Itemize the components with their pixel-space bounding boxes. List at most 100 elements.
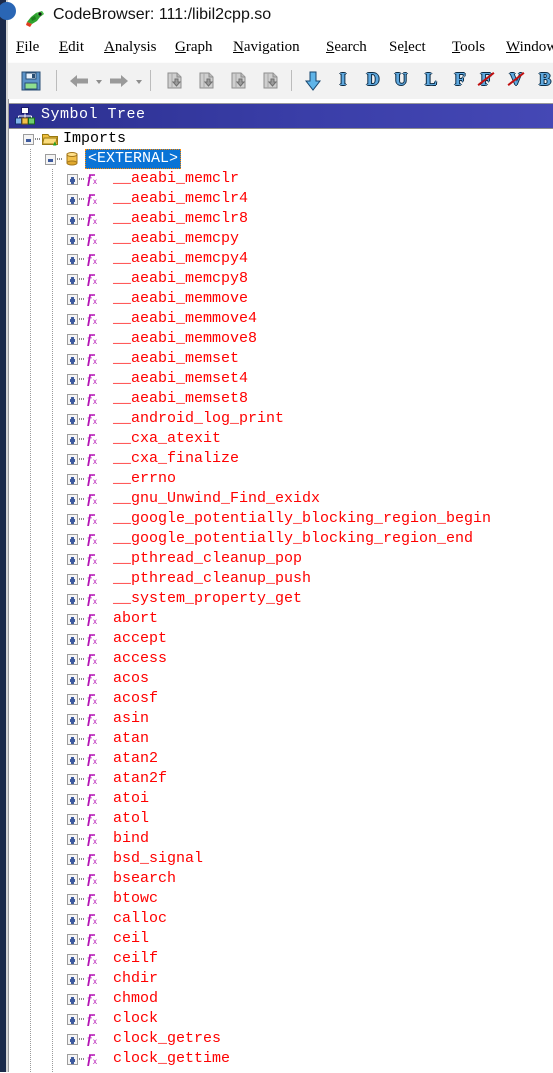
menu-window[interactable]: Window	[506, 39, 553, 56]
down-arrow-icon[interactable]	[302, 70, 324, 92]
function-expand-toggle[interactable]	[67, 1014, 78, 1025]
tree-item-function[interactable]: f x clock_getres	[9, 1029, 553, 1049]
clear-function-icon[interactable]: F	[475, 68, 497, 90]
function-expand-toggle[interactable]	[67, 274, 78, 285]
tree-item-function[interactable]: f x clock	[9, 1009, 553, 1029]
tree-item-function[interactable]: f x __aeabi_memset8	[9, 389, 553, 409]
tree-item-function[interactable]: f x asin	[9, 709, 553, 729]
tree-item-function[interactable]: f x __google_potentially_blocking_region_b…	[9, 509, 553, 529]
tree-item-function[interactable]: f x __aeabi_memset	[9, 349, 553, 369]
copy-up-icon[interactable]	[260, 70, 282, 92]
tree-node-external[interactable]: <EXTERNAL>	[9, 149, 553, 169]
label-letter-icon[interactable]: L	[420, 68, 442, 90]
tree-item-function[interactable]: f x __aeabi_memclr4	[9, 189, 553, 209]
function-expand-toggle[interactable]	[67, 654, 78, 665]
function-expand-toggle[interactable]	[67, 514, 78, 525]
function-expand-toggle[interactable]	[67, 774, 78, 785]
tree-item-function[interactable]: f x accept	[9, 629, 553, 649]
copy-down-icon[interactable]	[228, 70, 250, 92]
tree-item-function[interactable]: f x atol	[9, 809, 553, 829]
tree-item-function[interactable]: f x calloc	[9, 909, 553, 929]
imports-collapse-toggle[interactable]	[23, 134, 34, 145]
tree-item-function[interactable]: f x atoi	[9, 789, 553, 809]
tree-item-function[interactable]: f x __aeabi_memcpy	[9, 229, 553, 249]
snapshot-down-icon[interactable]	[164, 70, 186, 92]
tree-item-function[interactable]: f x __aeabi_memmove4	[9, 309, 553, 329]
function-expand-toggle[interactable]	[67, 874, 78, 885]
bookmark-letter-icon[interactable]: B	[534, 68, 553, 90]
function-expand-toggle[interactable]	[67, 294, 78, 305]
function-expand-toggle[interactable]	[67, 394, 78, 405]
instruction-letter-icon[interactable]: I	[332, 68, 354, 90]
function-expand-toggle[interactable]	[67, 594, 78, 605]
tree-item-function[interactable]: f x acosf	[9, 689, 553, 709]
function-expand-toggle[interactable]	[67, 694, 78, 705]
tree-item-function[interactable]: f x __errno	[9, 469, 553, 489]
tree-item-function[interactable]: f x __aeabi_memclr8	[9, 209, 553, 229]
tree-item-function[interactable]: f x bind	[9, 829, 553, 849]
tree-item-function[interactable]: f x abort	[9, 609, 553, 629]
function-expand-toggle[interactable]	[67, 554, 78, 565]
tree-item-function[interactable]: f x ceilf	[9, 949, 553, 969]
tree-node-imports[interactable]: Imports	[9, 129, 553, 149]
function-expand-toggle[interactable]	[67, 354, 78, 365]
function-expand-toggle[interactable]	[67, 574, 78, 585]
function-expand-toggle[interactable]	[67, 634, 78, 645]
tree-item-function[interactable]: f x __aeabi_memcpy8	[9, 269, 553, 289]
function-expand-toggle[interactable]	[67, 814, 78, 825]
tree-item-function[interactable]: f x __aeabi_memclr	[9, 169, 553, 189]
tree-item-function[interactable]: f x __gnu_Unwind_Find_exidx	[9, 489, 553, 509]
tree-item-function[interactable]: f x __android_log_print	[9, 409, 553, 429]
tree-item-function[interactable]: f x chdir	[9, 969, 553, 989]
tree-item-function[interactable]: f x __aeabi_memset4	[9, 369, 553, 389]
back-dropdown-icon[interactable]	[94, 70, 104, 92]
tree-item-function[interactable]: f x atan	[9, 729, 553, 749]
tree-item-function[interactable]: f x atan2	[9, 749, 553, 769]
function-expand-toggle[interactable]	[67, 614, 78, 625]
function-expand-toggle[interactable]	[67, 234, 78, 245]
tree-item-function[interactable]: f x btowc	[9, 889, 553, 909]
tree-item-function[interactable]: f x chmod	[9, 989, 553, 1009]
tree-item-function[interactable]: f x acos	[9, 669, 553, 689]
menu-file[interactable]: File	[16, 39, 39, 56]
tree-item-function[interactable]: f x __aeabi_memmove8	[9, 329, 553, 349]
function-expand-toggle[interactable]	[67, 754, 78, 765]
forward-dropdown-icon[interactable]	[134, 70, 144, 92]
function-expand-toggle[interactable]	[67, 334, 78, 345]
function-expand-toggle[interactable]	[67, 974, 78, 985]
external-collapse-toggle[interactable]	[45, 154, 56, 165]
function-expand-toggle[interactable]	[67, 254, 78, 265]
menu-tools[interactable]: Tools	[452, 39, 485, 56]
undefined-letter-icon[interactable]: U	[390, 68, 412, 90]
save-icon[interactable]	[20, 70, 42, 92]
snapshot-up-icon[interactable]	[196, 70, 218, 92]
function-expand-toggle[interactable]	[67, 934, 78, 945]
function-expand-toggle[interactable]	[67, 214, 78, 225]
tree-item-function[interactable]: f x __cxa_atexit	[9, 429, 553, 449]
function-expand-toggle[interactable]	[67, 714, 78, 725]
function-expand-toggle[interactable]	[67, 374, 78, 385]
back-arrow-icon[interactable]	[68, 70, 90, 92]
tree-item-function[interactable]: f x __aeabi_memmove	[9, 289, 553, 309]
menu-analysis[interactable]: Analysis	[104, 39, 157, 56]
tree-item-function[interactable]: f x bsd_signal	[9, 849, 553, 869]
menu-select[interactable]: Select	[389, 39, 426, 56]
function-letter-icon[interactable]: F	[449, 68, 471, 90]
tree-item-function[interactable]: f x bsearch	[9, 869, 553, 889]
function-expand-toggle[interactable]	[67, 434, 78, 445]
function-expand-toggle[interactable]	[67, 1034, 78, 1045]
data-letter-icon[interactable]: D	[362, 68, 384, 90]
function-expand-toggle[interactable]	[67, 314, 78, 325]
menu-navigation[interactable]: Navigation	[233, 39, 300, 56]
tree-item-function[interactable]: f x __cxa_finalize	[9, 449, 553, 469]
function-expand-toggle[interactable]	[67, 894, 78, 905]
function-expand-toggle[interactable]	[67, 1054, 78, 1065]
function-expand-toggle[interactable]	[67, 994, 78, 1005]
function-expand-toggle[interactable]	[67, 194, 78, 205]
function-expand-toggle[interactable]	[67, 674, 78, 685]
clear-variable-icon[interactable]: V	[505, 68, 527, 90]
tree-item-function[interactable]: f x __pthread_cleanup_pop	[9, 549, 553, 569]
function-expand-toggle[interactable]	[67, 954, 78, 965]
tree-item-function[interactable]: f x atan2f	[9, 769, 553, 789]
function-expand-toggle[interactable]	[67, 914, 78, 925]
